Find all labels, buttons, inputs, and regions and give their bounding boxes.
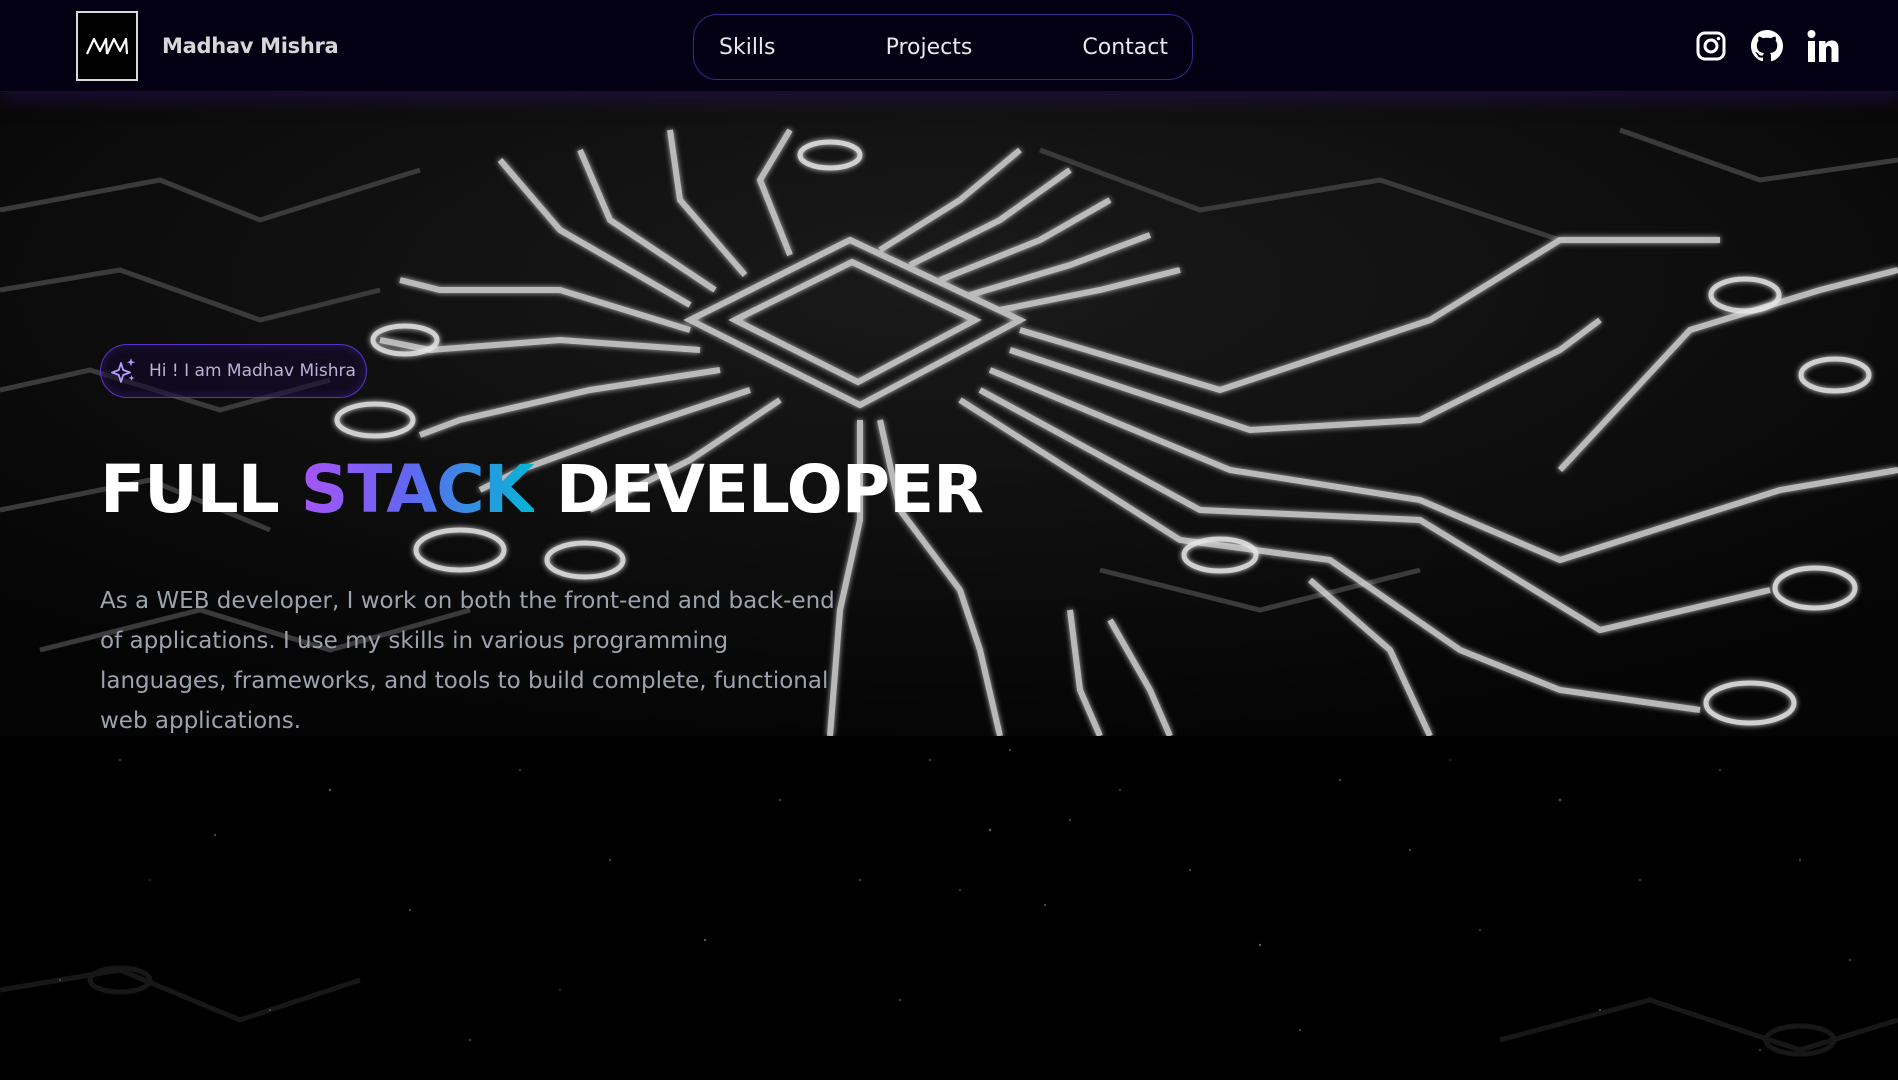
- brand-name[interactable]: Madhav Mishra: [162, 34, 339, 58]
- brand: Madhav Mishra: [76, 11, 339, 81]
- hero-headline: FULL STACK DEVELOPER: [100, 451, 984, 528]
- headline-word-full: FULL: [100, 451, 280, 528]
- top-navbar: Madhav Mishra Skills Projects Contact: [0, 0, 1898, 92]
- nav-link-contact[interactable]: Contact: [1082, 35, 1168, 60]
- github-icon: [1751, 30, 1783, 62]
- greeting-text: Hi ! I am Madhav Mishra: [149, 361, 356, 381]
- headline-word-developer: DEVELOPER: [555, 451, 984, 528]
- headline-word-stack: STACK: [300, 451, 535, 528]
- greeting-badge: Hi ! I am Madhav Mishra: [100, 344, 367, 398]
- linkedin-icon: [1807, 30, 1839, 62]
- github-link[interactable]: [1750, 28, 1784, 64]
- linkedin-link[interactable]: [1806, 28, 1840, 64]
- nav-link-skills[interactable]: Skills: [719, 35, 776, 60]
- nav-link-projects[interactable]: Projects: [886, 35, 973, 60]
- sparkles-icon: [111, 358, 136, 383]
- social-links: [1694, 28, 1840, 64]
- portfolio-page: Madhav Mishra Skills Projects Contact Hi…: [0, 0, 1898, 1080]
- main-nav: Skills Projects Contact: [693, 14, 1193, 80]
- instagram-icon: [1696, 31, 1726, 61]
- hero-section: Hi ! I am Madhav Mishra FULL STACK DEVEL…: [100, 344, 984, 741]
- hero-description: As a WEB developer, I work on both the f…: [100, 587, 835, 734]
- mm-logo-icon: [86, 37, 129, 55]
- instagram-link[interactable]: [1694, 28, 1728, 64]
- bottom-circuit-decoration: [0, 965, 1898, 1057]
- logo[interactable]: [76, 11, 138, 81]
